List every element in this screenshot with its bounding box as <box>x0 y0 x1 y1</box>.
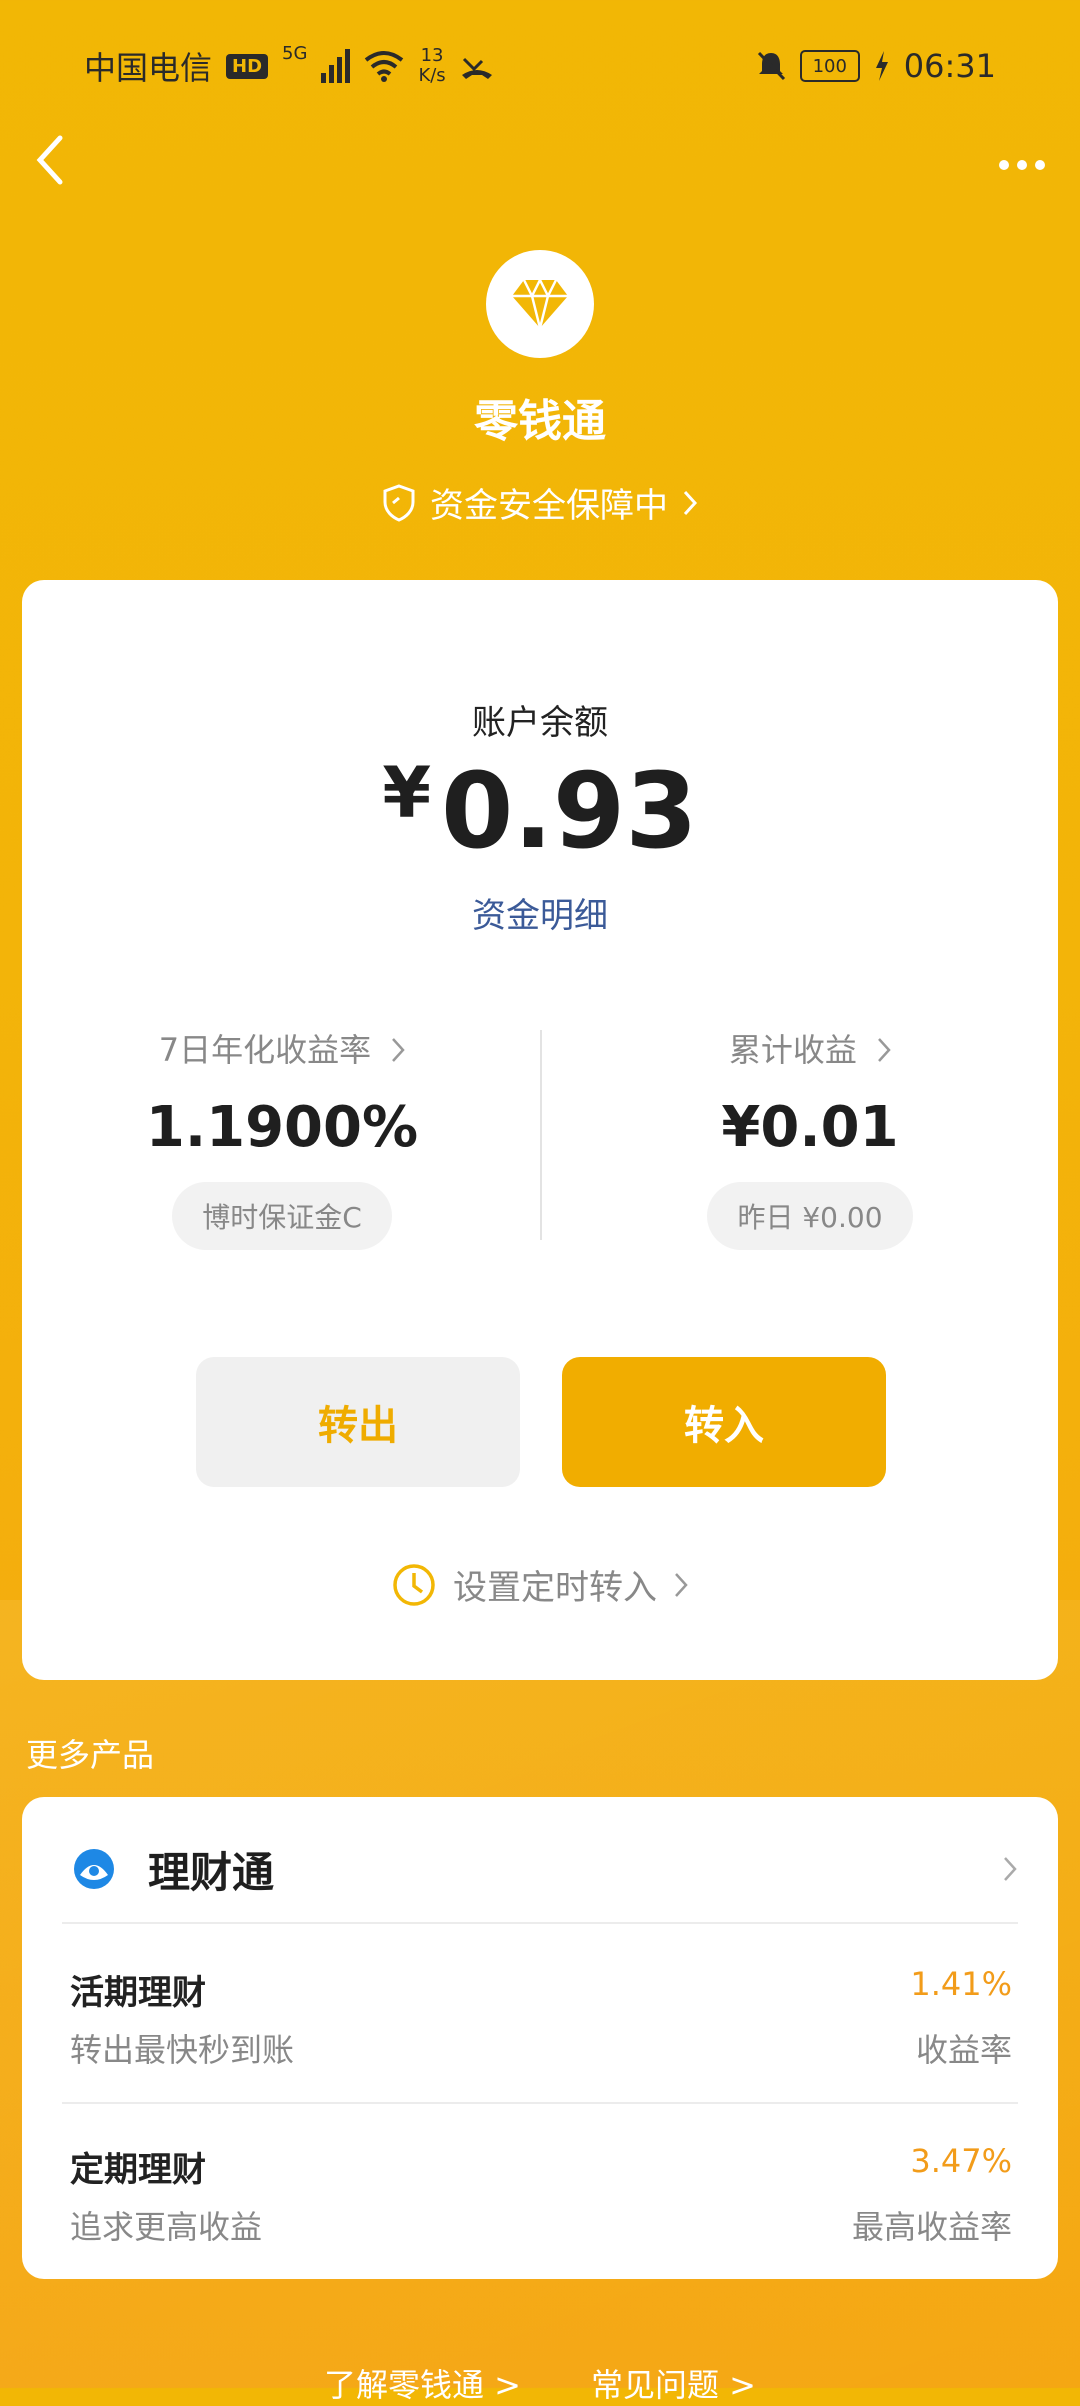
charging-icon <box>875 51 888 81</box>
stats-divider <box>540 1030 542 1240</box>
wifi-icon <box>365 51 404 82</box>
income-value: ¥0.01 <box>721 1095 899 1160</box>
item-rate-label: 收益率 <box>915 2031 1012 2069</box>
chevron-right-icon <box>878 1038 891 1062</box>
transfer-in-button[interactable]: 转入 <box>562 1357 886 1487</box>
transfer-out-button[interactable]: 转出 <box>196 1357 520 1487</box>
chevron-right-icon <box>392 1038 405 1062</box>
more-dot-icon <box>1017 160 1027 170</box>
scheduled-transfer-link[interactable]: 设置定时转入 <box>22 1560 1058 1609</box>
yield-label-row: 7日年化收益率 <box>82 1025 482 1071</box>
faq-link[interactable]: 常见问题 > <box>591 2360 756 2406</box>
chevron-right-icon <box>683 490 698 515</box>
yield-value: 1.1900% <box>145 1095 419 1160</box>
item-rate: 3.47% <box>910 2142 1012 2180</box>
diamond-logo <box>486 250 594 358</box>
about-link[interactable]: 了解零钱通 > <box>324 2360 521 2406</box>
footer-links: 了解零钱通 > 常见问题 > <box>0 2360 1080 2406</box>
safety-text: 资金安全保障中 <box>430 486 668 526</box>
status-bar: 中国电信 HD 5G 13 K/s 100 06:31 <box>84 38 996 94</box>
chevron-right-icon <box>675 1572 688 1597</box>
currency-symbol: ¥ <box>382 752 432 834</box>
item-subtitle: 转出最快秒到账 <box>70 2031 295 2069</box>
network-type: 5G <box>282 43 308 64</box>
list-item[interactable]: 活期理财 转出最快秒到账 1.41% 收益率 <box>70 1965 1012 2105</box>
item-rate: 1.41% <box>910 1965 1012 2003</box>
yield-stat[interactable]: 7日年化收益率 1.1900% 博时保证金C <box>82 1025 482 1250</box>
balance-card: 账户余额 ¥0.93 资金明细 7日年化收益率 1.1900% 博时保证金C 累… <box>22 580 1058 1680</box>
missed-call-icon <box>461 57 492 79</box>
list-item[interactable]: 定期理财 追求更高收益 3.47% 最高收益率 <box>70 2142 1012 2282</box>
clock-icon <box>393 1563 435 1606</box>
fund-detail-link[interactable]: 资金明细 <box>22 888 1058 937</box>
clock: 06:31 <box>903 47 996 85</box>
back-button[interactable] <box>30 130 80 200</box>
diamond-icon <box>512 278 568 329</box>
balance-label: 账户余额 <box>472 703 608 743</box>
battery-indicator: 100 <box>799 50 860 82</box>
net-speed-unit: K/s <box>418 65 446 86</box>
more-dot-icon <box>999 160 1009 170</box>
item-rate-label: 最高收益率 <box>851 2208 1012 2246</box>
carrier-label: 中国电信 <box>84 49 213 87</box>
income-label-row: 累计收益 <box>610 1025 1010 1071</box>
fund-name-tag: 博时保证金C <box>172 1182 392 1250</box>
net-speed-value: 13 <box>420 45 444 66</box>
page-title: 零钱通 <box>474 396 606 447</box>
hd-badge: HD <box>226 53 269 79</box>
chevron-left-icon <box>36 135 63 185</box>
divider <box>62 2102 1018 2104</box>
balance-value: 0.93 <box>441 750 698 872</box>
income-label: 累计收益 <box>728 1031 857 1069</box>
signal-icon <box>321 49 351 83</box>
scheduled-transfer-text: 设置定时转入 <box>453 1568 657 1608</box>
shield-icon <box>383 483 415 522</box>
income-stat[interactable]: 累计收益 ¥0.01 昨日 ¥0.00 <box>610 1025 1010 1250</box>
product-header[interactable]: 理财通 <box>70 1829 1018 1909</box>
more-products-title: 更多产品 <box>26 1736 155 1774</box>
mute-bell-icon <box>757 51 785 81</box>
safety-link[interactable]: 资金安全保障中 <box>0 478 1080 527</box>
item-title: 定期理财 <box>70 2150 206 2190</box>
more-options-button[interactable] <box>992 145 1052 185</box>
product-name: 理财通 <box>148 1847 275 1897</box>
more-dot-icon <box>1035 160 1045 170</box>
balance-amount: ¥0.93 <box>22 750 1058 872</box>
divider <box>62 1922 1018 1924</box>
yesterday-income-tag: 昨日 ¥0.00 <box>707 1182 913 1250</box>
item-title: 活期理财 <box>70 1973 206 2013</box>
licaitong-logo-icon <box>74 1849 114 1889</box>
item-subtitle: 追求更高收益 <box>70 2208 263 2246</box>
yield-label: 7日年化收益率 <box>158 1031 372 1069</box>
net-speed: 13 K/s <box>418 46 445 86</box>
chevron-right-icon <box>1004 1857 1017 1881</box>
product-card: 理财通 活期理财 转出最快秒到账 1.41% 收益率 定期理财 追求更高收益 3… <box>22 1797 1058 2279</box>
